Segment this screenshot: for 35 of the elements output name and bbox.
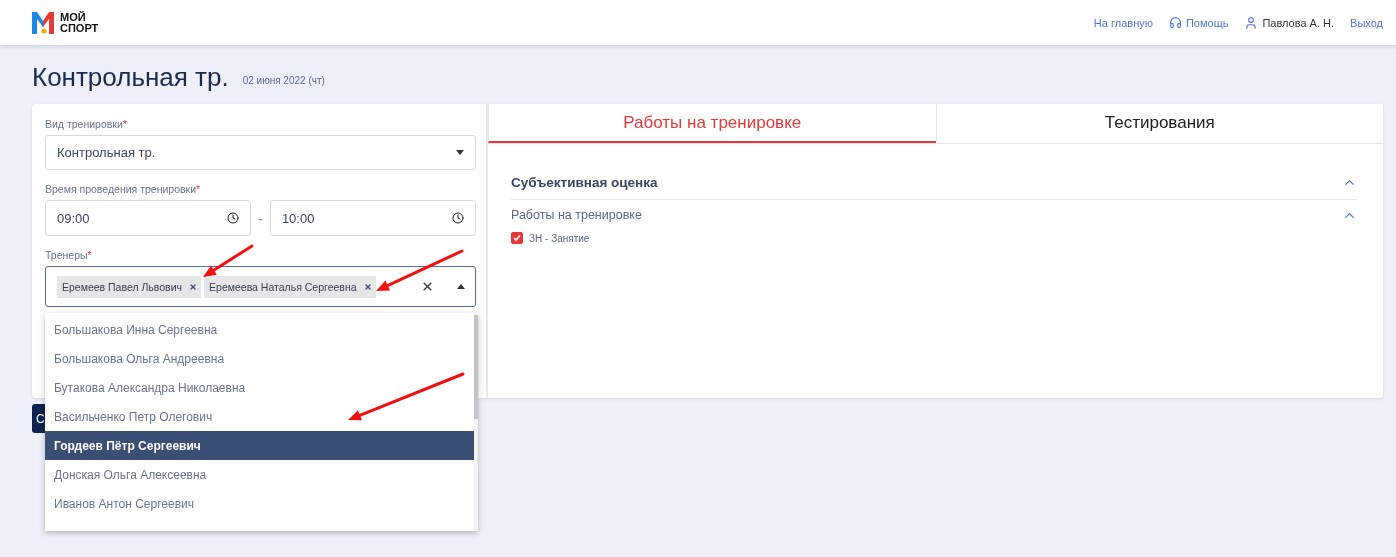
multiselect-field[interactable]: Еремеев Павел Львович Еремеева Наталья Сергеевна [45,266,476,307]
time-field[interactable]: 09:00 [45,200,252,236]
user-link[interactable]: Павлова А. Н. [1244,15,1335,30]
section-title: Субъективная оценка [511,175,658,190]
nav-link[interactable]: На главную [1093,16,1153,29]
remove-icon[interactable] [189,282,198,291]
user-icon [1244,15,1259,30]
pointer-arrow [203,244,254,277]
remove-icon[interactable] [363,282,372,291]
caret-icon [456,150,464,155]
logo-icon [32,11,54,34]
field-label: Время проведения тренировки* [45,183,202,195]
coach-chip[interactable]: Еремеева Наталья Сергеевна [204,275,376,298]
checkbox[interactable] [511,232,523,244]
section-title: Работы на тренировке [511,208,642,222]
logo-text: МОЙ СПОРТ [60,11,99,34]
select-field[interactable]: Контрольная тр. [45,135,476,170]
checkbox-label: ЗН - Занятие [529,232,590,244]
dropdown-option[interactable]: Гордеев Пётр Сергеевич [45,431,474,460]
tab[interactable]: Тестирования [935,104,1383,143]
field-label: Тренеры* [45,249,93,261]
coach-chip[interactable]: Еремеев Павел Львович [57,275,202,298]
headset-icon [1168,16,1182,29]
time-field[interactable]: 10:00 [269,200,476,236]
tab[interactable]: Работы на тренировке [488,104,936,143]
clock-icon [227,212,240,224]
time-separator: - [257,210,264,226]
nav-link[interactable]: Выход [1350,16,1383,29]
page-title: Контрольная тр. [32,62,229,93]
clock-icon [452,212,464,224]
clear-icon[interactable] [421,280,434,293]
page-date: 02 июня 2022 (чт) [242,75,325,86]
scrollbar-thumb[interactable] [474,315,478,419]
help-link[interactable]: Помощь [1168,16,1229,29]
field-label: Вид тренировки* [45,118,128,130]
